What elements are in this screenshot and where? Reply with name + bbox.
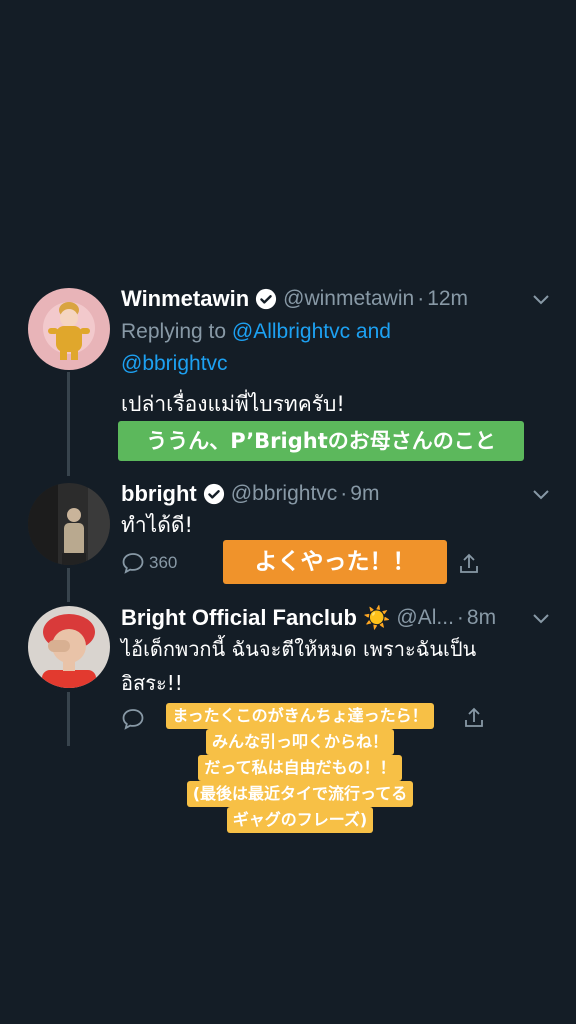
caption-line: (最後は最近タイで流行ってる <box>186 781 414 807</box>
avatar-image <box>28 483 110 565</box>
thread-line <box>67 692 70 746</box>
tweet-text: เปล่าเรื่องแม่พี่ไบรทครับ! <box>121 392 345 416</box>
caption-line: ギャグのフレーズ) <box>226 807 374 833</box>
display-name[interactable]: bbright <box>121 481 197 507</box>
replying-to: Replying to @Allbrightvc and @bbrightvc <box>121 316 451 380</box>
avatar[interactable] <box>28 606 110 688</box>
timestamp[interactable]: 8m <box>467 606 496 630</box>
reply-icon <box>122 553 144 574</box>
tweet-text: ทำได้ดี! <box>121 513 193 537</box>
share-button[interactable] <box>457 552 481 576</box>
timestamp[interactable]: 12m <box>427 287 468 311</box>
avatar-image <box>28 606 110 688</box>
replying-to-label: Replying to <box>121 320 232 343</box>
translation-caption: よくやった！！ <box>223 540 447 584</box>
handle[interactable]: @bbrightvc <box>231 482 338 506</box>
mention-link[interactable]: @Allbrightvc <box>232 320 350 343</box>
separator-dot: · <box>340 482 348 505</box>
share-icon <box>460 553 478 573</box>
reply-button[interactable]: 360 <box>121 552 177 574</box>
tweet-text-line: อิสระ!! <box>121 671 183 695</box>
tweet-text-line: ไอ้เด็กพวกนี้ ฉันจะตีให้หมด เพราะฉันเป็น <box>121 637 477 661</box>
avatar[interactable] <box>28 483 110 565</box>
thread-line <box>67 568 70 602</box>
handle[interactable]: @Al... <box>396 606 454 630</box>
translation-caption: ううん、P’Brightのお母さんのこと <box>118 421 524 461</box>
tweet-header: bbright @bbrightvc · 9m <box>121 479 548 509</box>
mention-link[interactable]: @bbrightvc <box>121 352 228 375</box>
verified-badge-icon <box>203 483 224 505</box>
caption-line: まったくこのがきんちょ達ったら！ <box>166 703 434 729</box>
caption-line: だって私は自由だもの！！ <box>198 755 402 781</box>
tweet-header: Winmetawin @winmetawin · 12m <box>121 284 548 314</box>
timestamp[interactable]: 9m <box>350 482 379 506</box>
separator-dot: · <box>417 287 425 310</box>
separator-dot: · <box>456 606 464 629</box>
chevron-down-icon[interactable] <box>532 613 550 625</box>
display-name[interactable]: Bright Official Fanclub ☀️ <box>121 605 390 631</box>
translation-caption: まったくこのがきんちょ達ったら！ みんな引っ叩くからね！ だって私は自由だもの！… <box>130 703 470 833</box>
thread-line <box>67 372 70 476</box>
chevron-down-icon[interactable] <box>532 294 550 306</box>
avatar-image <box>28 288 110 370</box>
avatar[interactable] <box>28 288 110 370</box>
tweet-text: ไอ้เด็กพวกนี้ ฉันจะตีให้หมด เพราะฉันเป็น… <box>121 632 561 700</box>
reply-count: 360 <box>149 553 178 572</box>
handle[interactable]: @winmetawin <box>283 287 414 311</box>
mention-joiner: and <box>350 320 391 343</box>
tweet-header: Bright Official Fanclub ☀️ @Al... · 8m <box>121 603 510 633</box>
caption-line: みんな引っ叩くからね！ <box>205 729 394 755</box>
display-name[interactable]: Winmetawin <box>121 286 249 312</box>
chevron-down-icon[interactable] <box>532 489 550 501</box>
verified-badge-icon <box>256 288 277 310</box>
